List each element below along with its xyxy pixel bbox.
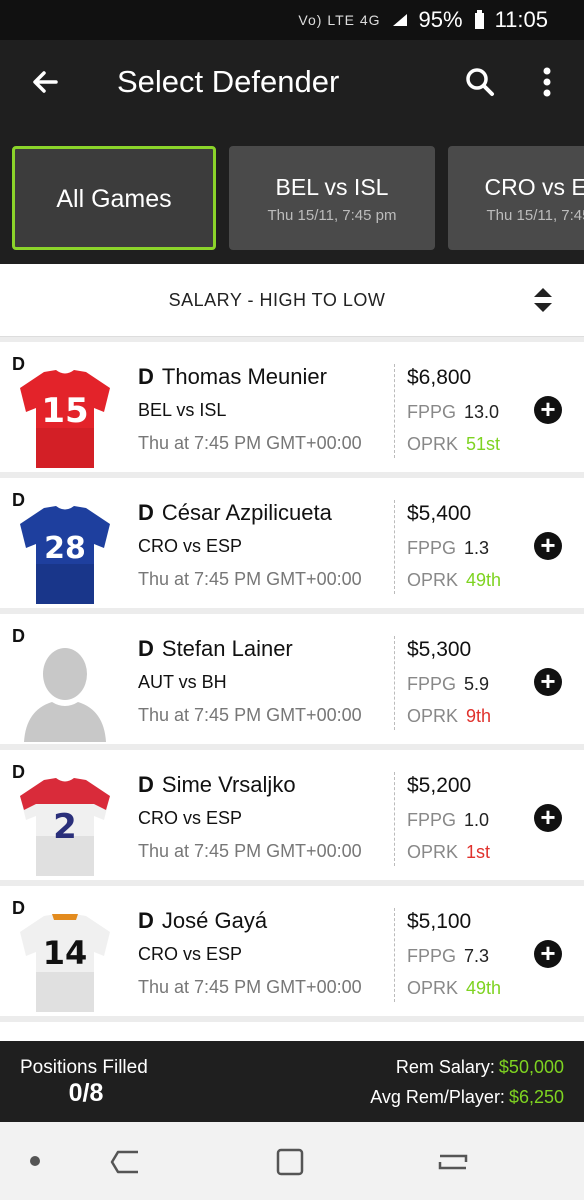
player-oprk: OPRK 1st <box>407 842 491 862</box>
more-options-icon[interactable] <box>532 62 562 102</box>
game-filter-label: All Games <box>56 185 172 213</box>
player-name: D José Gayá <box>138 908 268 933</box>
positions-filled-label: Positions Filled <box>20 1057 148 1078</box>
player-matchup: CRO vs ESP <box>138 536 243 556</box>
page-title: Select Defender <box>117 64 340 99</box>
game-filter-bel-isl[interactable]: BEL vs ISL Thu 15/11, 7:45 pm <box>229 146 435 250</box>
player-list: D 15 D Thomas Meunier BEL vs ISL Thu at 7… <box>0 342 584 1022</box>
sort-arrows-icon[interactable] <box>532 286 554 314</box>
jersey-icon: 28 <box>20 506 110 604</box>
player-name: D Stefan Lainer <box>138 636 293 661</box>
sort-label: SALARY - HIGH TO LOW <box>168 290 386 310</box>
nav-dot-icon[interactable] <box>30 1156 40 1166</box>
game-time: Thu at 7:45 PM GMT+00:00 <box>138 705 362 725</box>
jersey-icon: 14 <box>20 914 110 1012</box>
add-player-icon[interactable]: + <box>534 940 562 968</box>
player-oprk: OPRK 49th <box>407 978 502 998</box>
game-filter-all[interactable]: All Games <box>12 146 216 250</box>
player-card[interactable]: D 15 D Thomas Meunier BEL vs ISL Thu at 7… <box>0 342 584 472</box>
add-player-icon[interactable]: + <box>534 532 562 560</box>
player-matchup: AUT vs BH <box>138 672 227 692</box>
clock: 11:05 <box>494 7 548 32</box>
svg-text:2: 2 <box>53 807 77 847</box>
signal-icons: Vo) LTE 4G <box>298 12 381 28</box>
status-bar: Vo) LTE 4G 95% 11:05 <box>0 0 584 40</box>
game-time: Thu at 7:45 PM GMT+00:00 <box>138 569 362 589</box>
game-time: Thu at 7:45 PM GMT+00:00 <box>138 841 362 861</box>
game-filter-bar: All Games BEL vs ISL Thu 15/11, 7:45 pm … <box>0 130 584 264</box>
system-back-icon[interactable] <box>108 1144 144 1180</box>
player-matchup: CRO vs ESP <box>138 808 243 828</box>
player-card[interactable]: D D Stefan Lainer AUT vs BH Thu at 7:45 P… <box>0 614 584 744</box>
player-oprk: OPRK 51st <box>407 434 501 454</box>
signal-strength-icon <box>392 14 407 26</box>
player-fppg: FPPG 13.0 <box>407 402 500 422</box>
game-filter-time: Thu 15/11, 7:45 pm <box>486 207 584 224</box>
player-fppg: FPPG 5.9 <box>407 674 490 694</box>
divider <box>394 364 395 458</box>
player-card[interactable]: D 28 D César Azpilicueta CRO vs ESP Thu a… <box>0 478 584 608</box>
game-filter-time: Thu 15/11, 7:45 pm <box>267 207 397 224</box>
player-matchup: CRO vs ESP <box>138 944 243 964</box>
player-oprk: OPRK 49th <box>407 570 502 590</box>
add-player-icon[interactable]: + <box>534 668 562 696</box>
battery-level: 95% <box>418 7 463 32</box>
app-bar: Select Defender <box>0 40 584 130</box>
game-time: Thu at 7:45 PM GMT+00:00 <box>138 433 362 453</box>
jersey-icon: 15 <box>20 370 110 468</box>
divider <box>394 636 395 730</box>
player-fppg: FPPG 1.0 <box>407 810 490 830</box>
divider <box>394 908 395 1002</box>
jersey-icon: 2 <box>20 778 110 876</box>
positions-filled-value: 0/8 <box>68 1079 104 1107</box>
add-player-icon[interactable]: + <box>534 396 562 424</box>
sort-selector[interactable]: SALARY - HIGH TO LOW <box>0 264 584 337</box>
remaining-salary: Rem Salary: $50,000 <box>395 1057 564 1077</box>
add-player-icon[interactable]: + <box>534 804 562 832</box>
game-time: Thu at 7:45 PM GMT+00:00 <box>138 977 362 997</box>
system-nav-bar <box>0 1122 584 1200</box>
player-name: D César Azpilicueta <box>138 500 332 525</box>
avg-remaining-per-player: Avg Rem/Player: $6,250 <box>370 1087 564 1107</box>
player-card[interactable]: D 14 D José Gayá CRO vs ESP Thu at 7:45 P… <box>0 886 584 1016</box>
svg-text:14: 14 <box>43 934 88 972</box>
system-recents-icon[interactable] <box>436 1144 472 1180</box>
player-salary: $5,100 <box>407 910 472 933</box>
player-salary: $5,200 <box>407 774 472 797</box>
player-salary: $6,800 <box>407 366 472 389</box>
player-matchup: BEL vs ISL <box>138 400 227 420</box>
player-fppg: FPPG 7.3 <box>407 946 490 966</box>
player-oprk: OPRK 9th <box>407 706 492 726</box>
player-salary: $5,300 <box>407 638 472 661</box>
player-card[interactable]: D 2 D Sime Vrsaljko CRO vs ESP Thu at 7:4… <box>0 750 584 880</box>
player-fppg: FPPG 1.3 <box>407 538 490 558</box>
lineup-summary-bar: Positions Filled 0/8 Rem Salary: $50,000 … <box>0 1041 584 1122</box>
system-home-icon[interactable] <box>272 1144 308 1180</box>
battery-icon <box>474 10 484 29</box>
divider <box>394 772 395 866</box>
game-filter-cro-esp[interactable]: CRO vs ESP Thu 15/11, 7:45 pm <box>448 146 584 250</box>
game-filter-label: BEL vs ISL <box>275 174 389 200</box>
divider <box>394 500 395 594</box>
avatar-placeholder-icon <box>24 648 106 742</box>
search-icon[interactable] <box>460 62 500 102</box>
svg-text:28: 28 <box>44 531 86 566</box>
player-name: D Sime Vrsaljko <box>138 772 296 797</box>
player-salary: $5,400 <box>407 502 472 525</box>
game-filter-label: CRO vs ESP <box>484 174 584 200</box>
svg-text:15: 15 <box>41 391 88 431</box>
back-arrow-icon[interactable] <box>26 62 66 102</box>
player-name: D Thomas Meunier <box>138 364 327 389</box>
